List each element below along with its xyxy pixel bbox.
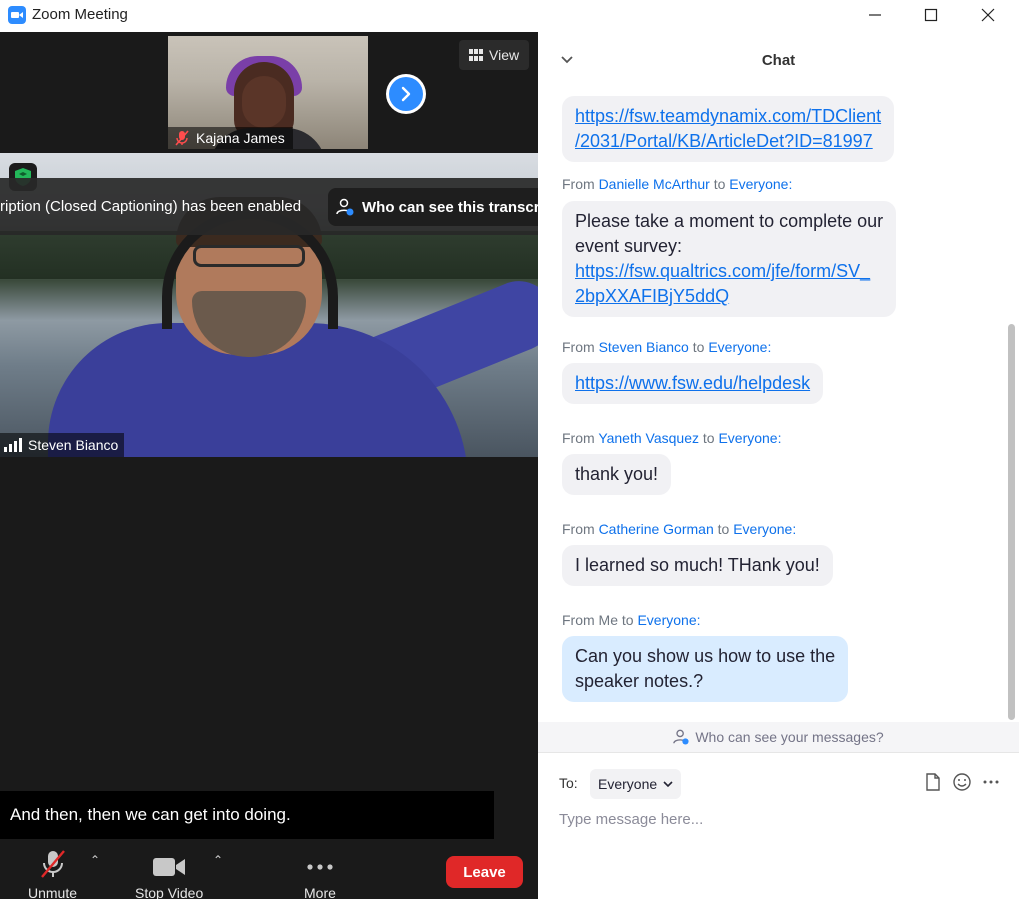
leave-button[interactable]: Leave bbox=[446, 856, 523, 888]
recipient-name[interactable]: Everyone: bbox=[718, 430, 781, 446]
chevron-right-icon bbox=[401, 86, 411, 102]
message-bubble: https://fsw.teamdynamix.com/TDClient /20… bbox=[562, 96, 895, 162]
file-icon[interactable] bbox=[925, 773, 941, 791]
title-bar: Zoom Meeting bbox=[0, 0, 1019, 32]
minimize-button[interactable] bbox=[846, 0, 904, 30]
recipient-value: Everyone bbox=[598, 776, 658, 792]
recipient-name[interactable]: Everyone: bbox=[733, 521, 796, 537]
chat-message: From Yaneth Vasquez to Everyone: thank y… bbox=[562, 430, 782, 495]
zoom-logo-icon bbox=[8, 6, 26, 24]
view-label: View bbox=[489, 47, 520, 63]
chat-compose: To: Everyone bbox=[538, 752, 1019, 899]
message-sender-line: From Yaneth Vasquez to Everyone: bbox=[562, 430, 782, 446]
chat-message: https://fsw.teamdynamix.com/TDClient /20… bbox=[562, 88, 895, 162]
to-label: To: bbox=[559, 775, 578, 791]
thumbnail-name: Kajana James bbox=[196, 130, 285, 146]
recipient-dropdown[interactable]: Everyone bbox=[590, 769, 682, 799]
who-can-see-messages[interactable]: Who can see your messages? bbox=[538, 722, 1019, 752]
chat-scroll-thumb[interactable] bbox=[1008, 324, 1015, 720]
unmute-label: Unmute bbox=[28, 885, 78, 899]
compose-actions bbox=[925, 773, 999, 791]
stop-video-label: Stop Video bbox=[135, 885, 204, 899]
live-caption: And then, then we can get into doing. bbox=[0, 791, 494, 839]
chat-panel: Chat https://fsw.teamdynamix.com/TDClien… bbox=[538, 32, 1019, 899]
message-link[interactable]: https://fsw.qualtrics.com/jfe/form/SV_ bbox=[575, 261, 870, 281]
message-link[interactable]: https://www.fsw.edu/helpdesk bbox=[575, 373, 810, 393]
close-icon bbox=[981, 8, 995, 22]
message-link[interactable]: /2031/Portal/KB/ArticleDet?ID=81997 bbox=[575, 131, 873, 151]
muted-mic-icon bbox=[175, 130, 189, 146]
message-link[interactable]: https://fsw.teamdynamix.com/TDClient bbox=[575, 106, 881, 126]
sender-name[interactable]: Steven Bianco bbox=[599, 339, 689, 355]
message-link[interactable]: 2bpXXAFIBjY5ddQ bbox=[575, 286, 729, 306]
window-title: Zoom Meeting bbox=[32, 6, 128, 23]
speaker-name: Steven Bianco bbox=[28, 437, 119, 453]
sender-name[interactable]: Yaneth Vasquez bbox=[598, 430, 699, 446]
maximize-button[interactable] bbox=[902, 0, 960, 30]
recipient-name[interactable]: Everyone: bbox=[708, 339, 771, 355]
next-page-button[interactable] bbox=[386, 74, 426, 114]
who-can-see-transcript-label: Who can see this transcript? bbox=[362, 198, 568, 216]
video-camera-icon bbox=[153, 858, 186, 876]
maximize-icon bbox=[924, 8, 938, 22]
recipient-name[interactable]: Everyone: bbox=[637, 612, 700, 628]
message-input[interactable] bbox=[559, 807, 999, 831]
chat-message: From Catherine Gorman to Everyone: I lea… bbox=[562, 521, 833, 586]
chevron-down-icon bbox=[663, 781, 673, 788]
sender-name[interactable]: Catherine Gorman bbox=[599, 521, 714, 537]
chat-title: Chat bbox=[761, 52, 796, 69]
self-message-bubble: Can you show us how to use the speaker n… bbox=[562, 636, 849, 702]
thumbnail-name-tag: Kajana James bbox=[168, 127, 293, 149]
minimize-icon bbox=[869, 14, 881, 16]
more-options-icon[interactable] bbox=[983, 779, 999, 785]
message-sender-line: From Danielle McArthur to Everyone: bbox=[562, 176, 793, 192]
stop-video-button[interactable]: Stop Video bbox=[135, 849, 203, 899]
message-bubble: https://www.fsw.edu/helpdesk bbox=[562, 363, 824, 404]
more-dots-icon bbox=[307, 864, 333, 870]
meeting-toolbar: Unmute ⌃ Stop Video ⌃ More Leave bbox=[0, 841, 538, 899]
video-area: Kajana James View Steven Bianco ription … bbox=[0, 32, 638, 899]
who-can-see-messages-label: Who can see your messages? bbox=[695, 729, 884, 745]
muted-mic-icon bbox=[40, 850, 65, 878]
chat-message: From Danielle McArthur to Everyone: Plea… bbox=[562, 176, 897, 317]
signal-bars-icon bbox=[4, 438, 22, 452]
chat-messages: https://fsw.teamdynamix.com/TDClient /20… bbox=[538, 88, 1006, 722]
audio-options-caret-icon[interactable]: ⌃ bbox=[90, 853, 100, 867]
emoji-icon[interactable] bbox=[953, 773, 971, 791]
video-options-caret-icon[interactable]: ⌃ bbox=[213, 853, 223, 867]
message-sender-line: From Me to Everyone: bbox=[562, 612, 701, 628]
message-sender-line: From Steven Bianco to Everyone: bbox=[562, 339, 772, 355]
chat-message: From Me to Everyone: Can you show us how… bbox=[562, 612, 849, 702]
participant-thumbnail[interactable]: Kajana James bbox=[168, 36, 368, 149]
sender-name[interactable]: Danielle McArthur bbox=[599, 176, 710, 192]
chat-scrollbar[interactable] bbox=[1006, 88, 1016, 722]
chat-header: Chat bbox=[538, 32, 1019, 88]
message-bubble: I learned so much! THank you! bbox=[562, 545, 833, 586]
person-info-icon bbox=[673, 729, 689, 745]
message-bubble: thank you! bbox=[562, 454, 672, 495]
grid-view-icon bbox=[469, 49, 483, 61]
more-button[interactable]: More bbox=[304, 849, 336, 899]
message-sender-line: From Catherine Gorman to Everyone: bbox=[562, 521, 797, 537]
more-label: More bbox=[304, 885, 336, 899]
recipient-name[interactable]: Everyone: bbox=[729, 176, 792, 192]
person-info-icon bbox=[336, 198, 354, 216]
close-window-button[interactable] bbox=[959, 0, 1017, 30]
chat-message: From Steven Bianco to Everyone: https://… bbox=[562, 339, 824, 404]
view-button[interactable]: View bbox=[459, 40, 530, 70]
caption-enabled-message: ription (Closed Captioning) has been ena… bbox=[0, 198, 302, 215]
message-bubble: Please take a moment to complete our eve… bbox=[562, 201, 897, 317]
speaker-name-tag: Steven Bianco bbox=[0, 433, 125, 457]
unmute-button[interactable]: Unmute bbox=[28, 849, 77, 899]
